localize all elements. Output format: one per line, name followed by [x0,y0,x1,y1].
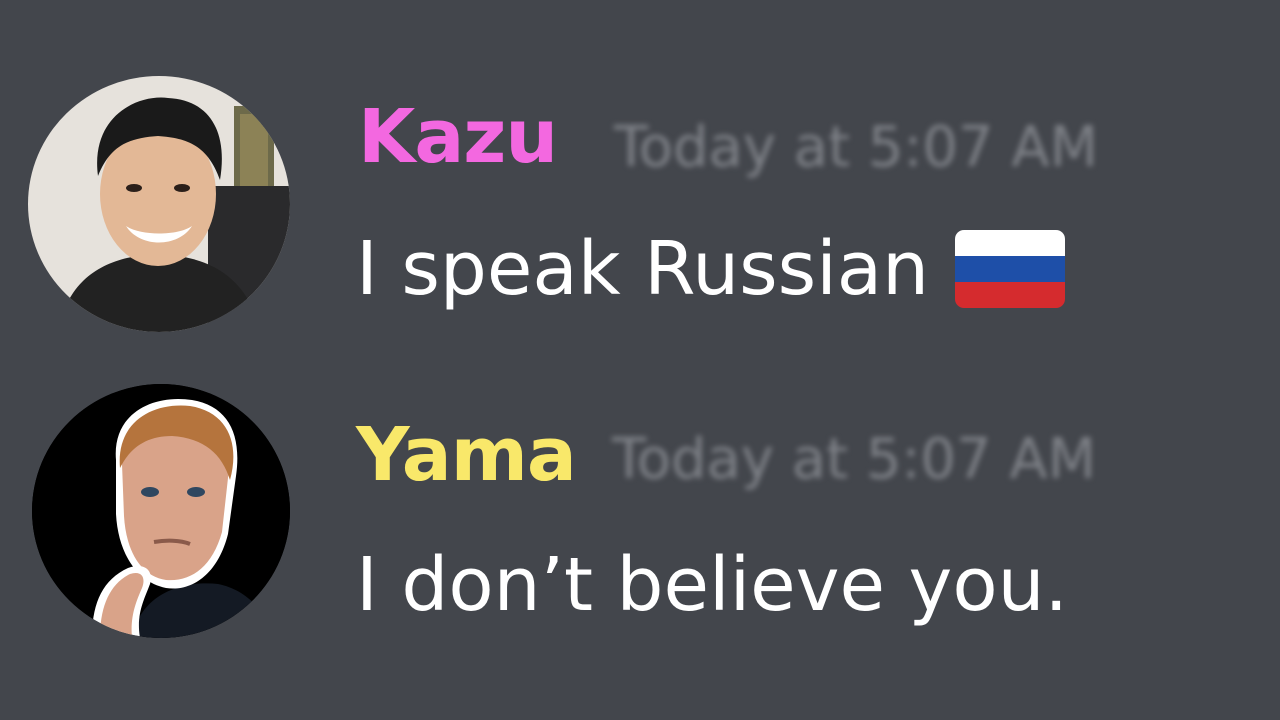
message-content: I don’t believe you. [356,548,1068,622]
message-timestamp: Today at 5:07 AM [612,427,1097,492]
message-text: I don’t believe you. [356,542,1069,628]
message-timestamp: Today at 5:07 AM [614,115,1099,180]
message-content: I speak Russian [356,226,1066,312]
flag-russia-icon [955,230,1066,308]
username[interactable]: Kazu [358,100,558,174]
username[interactable]: Yama [356,418,577,492]
chat-message: Yama Today at 5:07 AM I don’t believe yo… [0,380,1280,680]
user-avatar-kazu[interactable] [28,76,290,332]
user-avatar-yama[interactable] [32,384,290,638]
chat-message: Kazu Today at 5:07 AM I speak Russian [0,70,1280,370]
message-text: I speak Russian [356,226,930,312]
